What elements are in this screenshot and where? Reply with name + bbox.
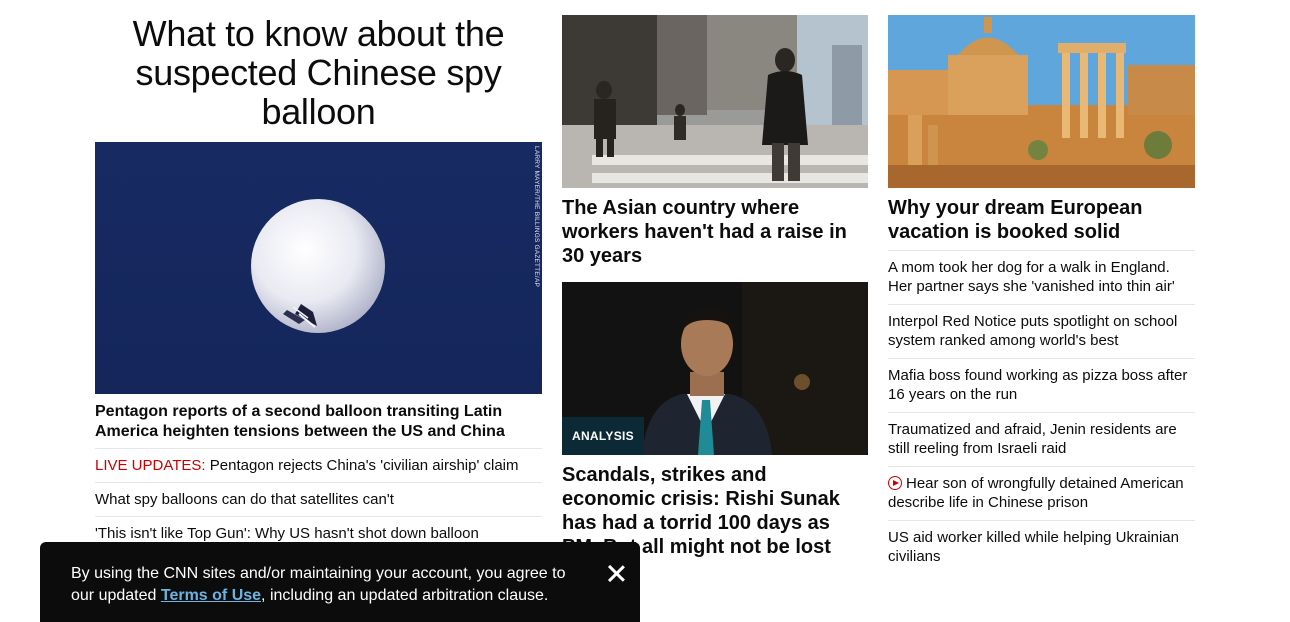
sunak-image[interactable]: ANALYSIS	[562, 282, 868, 455]
list-item[interactable]: Traumatized and afraid, Jenin residents …	[888, 412, 1195, 466]
street-illustration	[562, 15, 868, 188]
ruins-illustration	[888, 15, 1195, 188]
balloon-illustration	[95, 142, 542, 394]
list-item[interactable]: Interpol Red Notice puts spotlight on sc…	[888, 304, 1195, 358]
list-item-text: Interpol Red Notice puts spotlight on sc…	[888, 313, 1178, 349]
headline-list: A mom took her dog for a walk in England…	[888, 250, 1195, 574]
list-item[interactable]: A mom took her dog for a walk in England…	[888, 250, 1195, 304]
list-item-text: A mom took her dog for a walk in England…	[888, 259, 1175, 295]
list-item[interactable]: What spy balloons can do that satellites…	[95, 482, 542, 516]
banner-message: By using the CNN sites and/or maintainin…	[71, 563, 581, 607]
list-item[interactable]: Mafia boss found working as pizza boss a…	[888, 358, 1195, 412]
terms-of-use-link[interactable]: Terms of Use	[161, 587, 261, 604]
lead-story-headline[interactable]: Pentagon reports of a second balloon tra…	[95, 402, 542, 442]
play-circle-icon	[888, 476, 902, 490]
list-item-text: Mafia boss found working as pizza boss a…	[888, 367, 1188, 403]
list-item-text: Traumatized and afraid, Jenin residents …	[888, 421, 1177, 457]
list-item-text: Hear son of wrongfully detained American…	[888, 475, 1184, 511]
terms-consent-banner: By using the CNN sites and/or maintainin…	[40, 542, 640, 622]
list-item[interactable]: US aid worker killed while helping Ukrai…	[888, 520, 1195, 574]
live-updates-label: LIVE UPDATES:	[95, 457, 206, 474]
list-item-text: US aid worker killed while helping Ukrai…	[888, 529, 1179, 565]
list-item-text: What spy balloons can do that satellites…	[95, 491, 394, 508]
related-links-list: LIVE UPDATES: Pentagon rejects China's '…	[95, 448, 542, 550]
europe-vacation-headline[interactable]: Why your dream European vacation is book…	[888, 196, 1195, 244]
photo-credit: LARRY MAYER/THE BILLINGS GAZETTE/AP	[533, 146, 540, 288]
lead-package: What to know about the suspected Chinese…	[95, 14, 542, 542]
list-item-text: 'This isn't like Top Gun': Why US hasn't…	[95, 525, 479, 542]
roman-forum-image[interactable]	[888, 15, 1195, 188]
asia-wages-headline[interactable]: The Asian country where workers haven't …	[562, 196, 868, 268]
list-item[interactable]: Hear son of wrongfully detained American…	[888, 466, 1195, 520]
close-icon[interactable]	[605, 562, 627, 584]
list-item-text: Pentagon rejects China's 'civilian airsh…	[205, 457, 519, 474]
analysis-badge: ANALYSIS	[562, 417, 644, 455]
balloon-image[interactable]: LARRY MAYER/THE BILLINGS GAZETTE/AP	[95, 142, 542, 394]
list-item[interactable]: LIVE UPDATES: Pentagon rejects China's '…	[95, 448, 542, 482]
banner-text-after: , including an updated arbitration claus…	[261, 587, 549, 604]
lead-headline[interactable]: What to know about the suspected Chinese…	[95, 14, 542, 131]
tokyo-street-image[interactable]	[562, 15, 868, 188]
